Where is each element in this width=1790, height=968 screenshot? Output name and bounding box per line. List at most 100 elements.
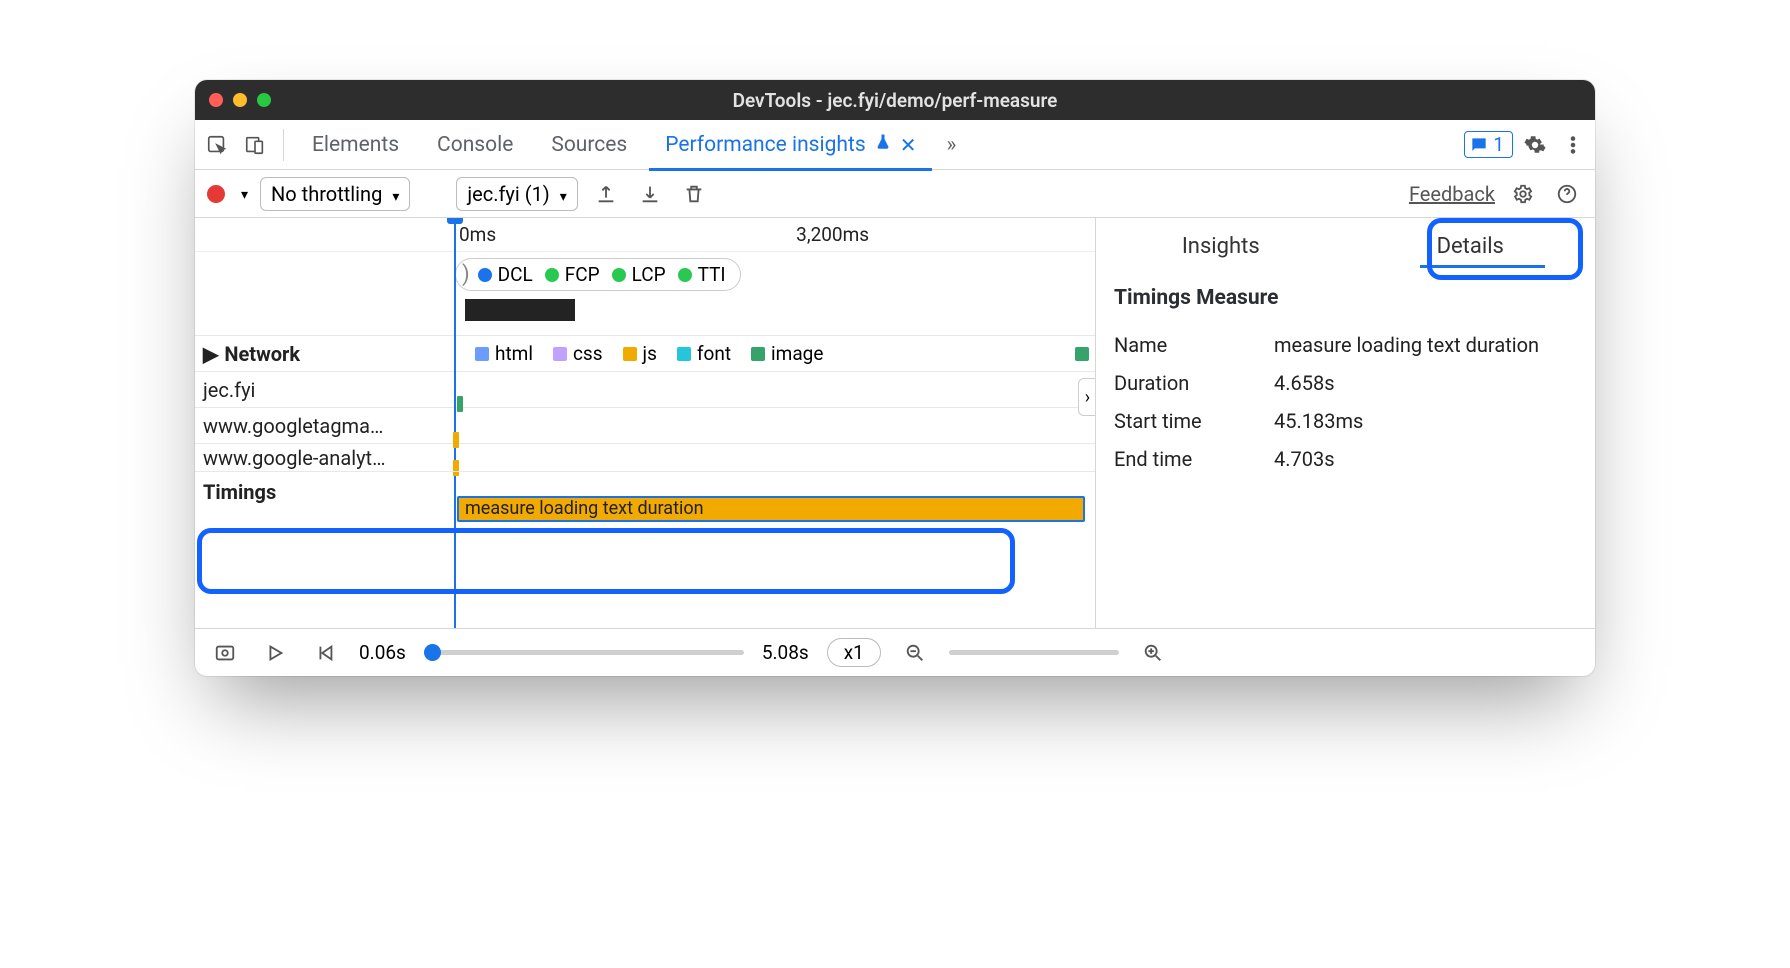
tab-elements[interactable]: Elements bbox=[296, 120, 415, 170]
titlebar: DevTools - jec.fyi/demo/perf-measure bbox=[195, 80, 1595, 120]
network-label-text: Network bbox=[224, 342, 300, 366]
legend-font-icon bbox=[677, 347, 691, 361]
main-area: 0ms 3,200ms ) DCL FCP LCP TTI ▶ Network bbox=[195, 218, 1595, 628]
metric-fcp: FCP bbox=[565, 263, 600, 286]
legend-js: js bbox=[643, 342, 657, 365]
timing-bar-label: measure loading text duration bbox=[465, 498, 704, 519]
kv-start: Start time45.183ms bbox=[1114, 402, 1577, 440]
net-row-1[interactable]: www.googletagma… bbox=[195, 407, 1095, 443]
legend-image: image bbox=[771, 342, 823, 365]
issues-badge[interactable]: 1 bbox=[1464, 131, 1513, 158]
v: 45.183ms bbox=[1274, 409, 1363, 433]
dcl-dot bbox=[478, 268, 492, 282]
metric-lcp: LCP bbox=[632, 263, 666, 286]
playhead-handle[interactable] bbox=[447, 218, 463, 224]
time-axis: 0ms 3,200ms bbox=[195, 218, 1095, 252]
playback-start-time: 0.06s bbox=[359, 641, 406, 664]
slider-thumb[interactable] bbox=[424, 644, 441, 661]
legend-html: html bbox=[495, 342, 533, 365]
kv-duration: Duration4.658s bbox=[1114, 364, 1577, 402]
lcp-dot bbox=[612, 268, 626, 282]
timings-label: Timings bbox=[195, 480, 445, 504]
k: Start time bbox=[1114, 409, 1274, 433]
legend-image-icon bbox=[751, 347, 765, 361]
net-row-label: jec.fyi bbox=[195, 378, 445, 402]
legend-overflow-icon bbox=[1075, 347, 1089, 361]
k: Duration bbox=[1114, 371, 1274, 395]
flask-icon bbox=[874, 133, 892, 157]
details-content: Timings Measure Namemeasure loading text… bbox=[1096, 274, 1595, 482]
window-title: DevTools - jec.fyi/demo/perf-measure bbox=[209, 89, 1581, 112]
playhead[interactable] bbox=[454, 218, 456, 628]
kv-end: End time4.703s bbox=[1114, 440, 1577, 478]
zoom-slider[interactable] bbox=[949, 650, 1119, 655]
net-row-2[interactable]: www.google-analyt… bbox=[195, 443, 1095, 471]
recording-select[interactable]: jec.fyi (1) bbox=[456, 177, 577, 211]
panel-tabstrip: Elements Console Sources Performance ins… bbox=[195, 120, 1595, 170]
tab-performance-insights[interactable]: Performance insights ✕ bbox=[649, 120, 932, 170]
record-button[interactable] bbox=[207, 185, 225, 203]
tick-0: 0ms bbox=[459, 223, 496, 246]
play-icon[interactable] bbox=[259, 637, 291, 669]
rewind-icon[interactable] bbox=[309, 637, 341, 669]
feedback-link[interactable]: Feedback bbox=[1409, 182, 1495, 206]
close-tab-icon[interactable]: ✕ bbox=[900, 133, 917, 157]
record-menu-caret[interactable] bbox=[237, 184, 248, 203]
tab-sources[interactable]: Sources bbox=[535, 120, 643, 170]
details-heading: Timings Measure bbox=[1114, 286, 1577, 310]
export-icon[interactable] bbox=[590, 178, 622, 210]
throttling-value: No throttling bbox=[271, 182, 382, 206]
throttling-select[interactable]: No throttling bbox=[260, 177, 410, 211]
k: End time bbox=[1114, 447, 1274, 471]
playback-speed[interactable]: x1 bbox=[827, 638, 881, 667]
annotation-highlight-timings bbox=[197, 528, 1015, 594]
tab-label: Performance insights bbox=[665, 133, 865, 157]
help-icon[interactable] bbox=[1551, 178, 1583, 210]
perf-toolbar: No throttling jec.fyi (1) Feedback bbox=[195, 170, 1595, 218]
chevron-down-icon bbox=[556, 182, 567, 206]
net-row-label: www.googletagma… bbox=[195, 414, 445, 438]
zoom-out-icon[interactable] bbox=[899, 637, 931, 669]
playback-end-time: 5.08s bbox=[762, 641, 809, 664]
legend-font: font bbox=[697, 342, 731, 365]
timing-measure-bar[interactable]: measure loading text duration bbox=[457, 496, 1085, 522]
legend-js-icon bbox=[623, 347, 637, 361]
tab-console[interactable]: Console bbox=[421, 120, 529, 170]
recording-value: jec.fyi (1) bbox=[467, 182, 549, 206]
request-mark[interactable] bbox=[457, 396, 463, 412]
panel-settings-gear-icon[interactable] bbox=[1507, 178, 1539, 210]
issues-count: 1 bbox=[1493, 133, 1504, 156]
net-row-0[interactable]: jec.fyi bbox=[195, 371, 1095, 407]
toggle-visibility-icon[interactable] bbox=[209, 637, 241, 669]
tick-1: 3,200ms bbox=[796, 223, 869, 246]
timings-row[interactable]: Timings measure loading text duration bbox=[195, 471, 1095, 511]
timeline-pane[interactable]: 0ms 3,200ms ) DCL FCP LCP TTI ▶ Network bbox=[195, 218, 1095, 628]
metric-dcl: DCL bbox=[498, 263, 533, 286]
tab-details[interactable]: Details bbox=[1346, 218, 1596, 274]
zoom-in-icon[interactable] bbox=[1137, 637, 1169, 669]
tab-insights[interactable]: Insights bbox=[1096, 218, 1346, 274]
net-row-label: www.google-analyt… bbox=[195, 446, 445, 470]
playback-bar: 0.06s 5.08s x1 bbox=[195, 628, 1595, 676]
legend-html-icon bbox=[475, 347, 489, 361]
metric-chip-group[interactable]: ) DCL FCP LCP TTI bbox=[455, 258, 741, 291]
request-mark[interactable] bbox=[453, 432, 459, 448]
v: 4.658s bbox=[1274, 371, 1335, 395]
right-tabs: Insights Details bbox=[1096, 218, 1595, 274]
time-slider[interactable] bbox=[424, 650, 744, 655]
fcp-dot bbox=[545, 268, 559, 282]
import-icon[interactable] bbox=[634, 178, 666, 210]
inspect-icon[interactable] bbox=[201, 129, 233, 161]
kebab-menu-icon[interactable] bbox=[1557, 129, 1589, 161]
device-toggle-icon[interactable] bbox=[239, 129, 271, 161]
settings-gear-icon[interactable] bbox=[1519, 129, 1551, 161]
metric-chips: ) DCL FCP LCP TTI bbox=[195, 252, 1095, 297]
kv-name: Namemeasure loading text duration bbox=[1114, 326, 1577, 364]
k: Name bbox=[1114, 333, 1274, 357]
more-tabs[interactable]: » bbox=[938, 120, 964, 170]
filmstrip-thumb bbox=[465, 299, 575, 321]
collapse-sidebar-icon[interactable]: › bbox=[1078, 378, 1095, 416]
details-pane: Insights Details Timings Measure Namemea… bbox=[1095, 218, 1595, 628]
network-header-row[interactable]: ▶ Network html css js font image bbox=[195, 335, 1095, 371]
delete-icon[interactable] bbox=[678, 178, 710, 210]
